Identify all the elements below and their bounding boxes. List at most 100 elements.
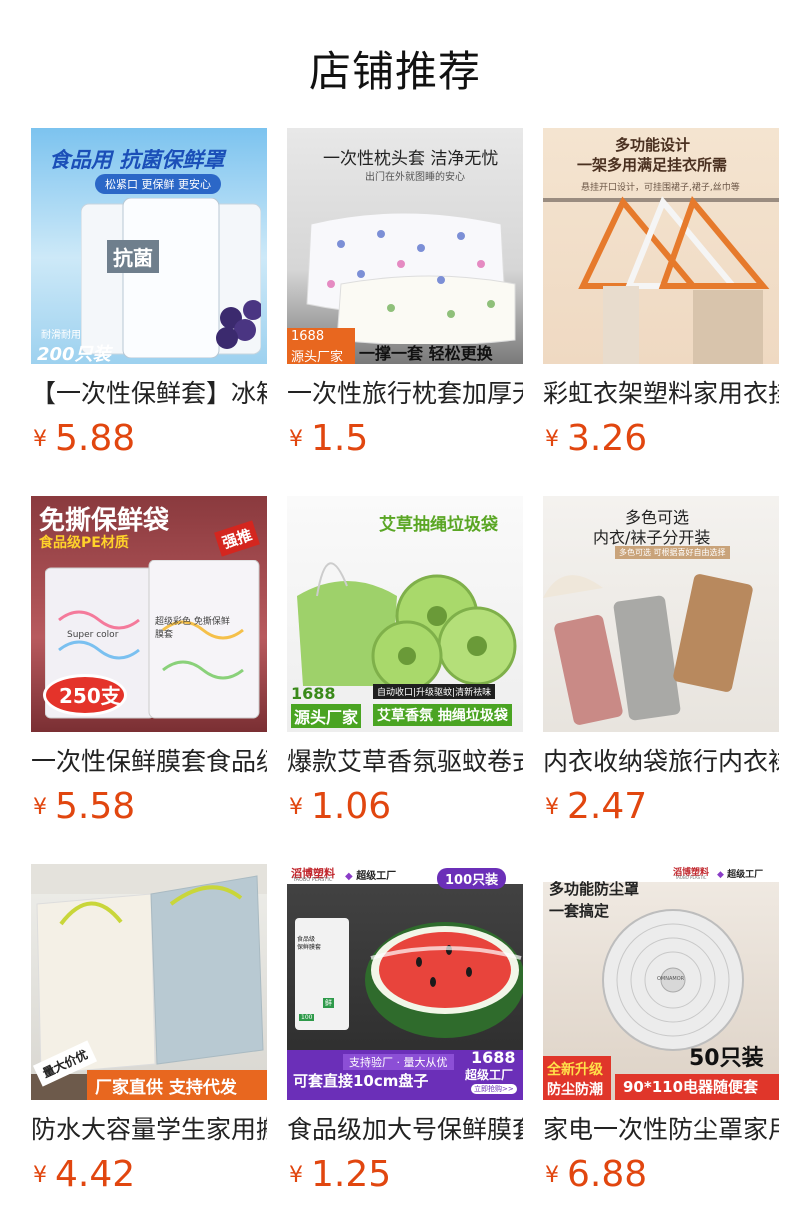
image-caption: 自动收口|升级驱蚊|清新祛味 [373,684,496,699]
image-badge-top: 耐滑耐用 [41,330,81,341]
fan-label: OMNAMOR [657,976,685,982]
product-illustration [81,198,261,358]
product-image[interactable]: 食品用 抗菌保鲜罩 松紧口 更保鲜 更安心 抗菌 耐滑耐用 200只装 [31,128,267,364]
bag-label: 超级彩色 免撕保鲜膜套 [155,617,230,640]
product-name[interactable]: 一次性保鲜膜套食品级 [31,746,267,780]
watermelon-illustration [365,922,523,1038]
pouch-illustration [543,574,753,725]
price-value: 4.42 [55,1154,136,1195]
product-price: ¥4.42 [33,1154,135,1195]
product-price: ¥5.58 [33,786,135,827]
product-price: ¥3.26 [545,418,647,459]
product-card[interactable]: 滔博塑料 TAOBO PLASTIC ◆ 超级工厂 多功能防尘罩 一套搞定 OM… [543,864,779,1232]
product-name[interactable]: 【一次性保鲜套】冰箱 [31,378,267,412]
image-tagline: 可套直接10cm盘子 [293,1072,429,1090]
badge-factory: 源头厂家 [291,350,344,364]
image-headline-2: 一架多用满足挂衣所需 [577,156,728,174]
pack-tag: 鲜 [323,998,334,1008]
buy-now-badge: 立即抢购>> [471,1084,517,1094]
product-name[interactable]: 彩虹衣架塑料家用衣挂 [543,378,779,412]
product-image[interactable]: 滔博塑料 TAOBO PLASTIC ◆ 超级工厂 100只装 食品级 保鲜膜套… [287,864,523,1100]
product-name[interactable]: 爆款艾草香氛驱蚊卷式 [287,746,523,780]
product-name[interactable]: 食品级加大号保鲜膜套 [287,1114,523,1148]
product-image[interactable]: 多色可选 内衣/袜子分开装 多色可选 可根据喜好自由选择 [543,496,779,732]
product-card[interactable]: 多色可选 内衣/袜子分开装 多色可选 可根据喜好自由选择 内衣收纳袋旅行内衣袜 … [543,496,779,864]
product-price: ¥1.25 [289,1154,391,1195]
image-headline-2: 内衣/袜子分开装 [593,528,711,547]
product-image[interactable]: 多功能设计 一架多用满足挂衣所需 悬挂开口设计，可挂围裙子,裙子,丝巾等 [543,128,779,364]
promo-text-1: 全新升级 [547,1062,603,1078]
badge-1688: 1688 [471,1048,516,1067]
product-image[interactable]: 滔博塑料 TAOBO PLASTIC ◆ 超级工厂 多功能防尘罩 一套搞定 OM… [543,864,779,1100]
product-card[interactable]: 量大价优 厂家直供 支持代发 防水大容量学生家用搬 ¥4.42 [31,864,267,1232]
product-price: ¥2.47 [545,786,647,827]
image-badge: 250支 [59,684,121,708]
image-tagline: 一撑一套 轻松更换 [359,344,493,363]
pack-qty: 100 [299,1014,315,1021]
product-name[interactable]: 家电一次性防尘罩家用 [543,1114,779,1148]
image-subtitle: 松紧口 更保鲜 更安心 [95,174,221,194]
brand-subtitle: TAOBO PLASTIC [675,875,707,880]
currency-symbol: ¥ [33,1163,47,1188]
bag-brand: Super color [67,630,119,640]
image-subtitle: 出门在外就图睡的安心 [365,172,465,183]
page-title: 店铺推荐 [308,47,481,96]
factory-label: ◆ 超级工厂 [717,867,763,880]
image-tagline: 厂家直供 支持代发 [95,1078,237,1098]
product-card[interactable]: 艾草抽绳垃圾袋 自动收口|升级驱蚊|清新祛味 1688 源头厂家 艾草香氛 抽绳… [287,496,523,864]
factory-text: 超级工厂 [356,871,397,882]
badge-factory: 超级工厂 [465,1068,514,1082]
price-value: 2.47 [567,786,648,827]
price-value: 1.25 [311,1154,392,1195]
price-value: 1.5 [311,418,369,459]
price-value: 1.06 [311,786,392,827]
image-headline: 食品用 抗菌保鲜罩 [49,148,225,172]
product-price: ¥6.88 [545,1154,647,1195]
product-card[interactable]: 食品用 抗菌保鲜罩 松紧口 更保鲜 更安心 抗菌 耐滑耐用 200只装 【一次性… [31,128,267,496]
factory-label: ◆ 超级工厂 [345,867,396,882]
currency-symbol: ¥ [289,1163,303,1188]
currency-symbol: ¥ [545,795,559,820]
image-headline-1: 多功能防尘罩 [549,880,640,898]
product-image[interactable]: 量大价优 厂家直供 支持代发 [31,864,267,1100]
price-value: 5.88 [55,418,136,459]
product-card[interactable]: 免撕保鲜袋 食品级PE材质 强推 Super color 超级彩色 免撕保鲜膜套… [31,496,267,864]
price-value: 6.88 [567,1154,648,1195]
currency-symbol: ¥ [33,427,47,452]
product-card[interactable]: 多功能设计 一架多用满足挂衣所需 悬挂开口设计，可挂围裙子,裙子,丝巾等 彩虹衣… [543,128,779,496]
currency-symbol: ¥ [545,427,559,452]
product-price: ¥1.5 [289,418,368,459]
product-card[interactable]: 滔博塑料 TAOBO PLASTIC ◆ 超级工厂 100只装 食品级 保鲜膜套… [287,864,523,1232]
pillow-illustration [306,212,516,344]
brand-subtitle: TAOBO PLASTIC [293,877,333,883]
diamond-icon: ◆ [717,870,724,880]
product-image[interactable]: 艾草抽绳垃圾袋 自动收口|升级驱蚊|清新祛味 1688 源头厂家 艾草香氛 抽绳… [287,496,523,732]
factory-text: 超级工厂 [727,870,764,880]
pack-label-2: 保鲜膜套 [297,944,322,951]
product-grid: 食品用 抗菌保鲜罩 松紧口 更保鲜 更安心 抗菌 耐滑耐用 200只装 【一次性… [31,128,780,1232]
image-subtitle: 食品级PE材质 [39,535,129,551]
product-name[interactable]: 内衣收纳袋旅行内衣袜 [543,746,779,780]
count-badge: 50只装 [689,1046,764,1071]
promo-ribbon: 支持验厂 · 量大从优 [343,1054,454,1070]
badge-1688: 1688 [291,329,325,344]
badge-factory: 源头厂家 [291,704,362,728]
price-value: 5.58 [55,786,136,827]
product-image[interactable]: 一次性枕头套 洁净无忧 出门在外就图睡的安心 1688 源头厂家 一撑一套 轻松… [287,128,523,364]
image-badge: 200只装 [37,344,111,364]
image-stamp: 强推 [214,520,260,557]
product-card[interactable]: 一次性枕头套 洁净无忧 出门在外就图睡的安心 1688 源头厂家 一撑一套 轻松… [287,128,523,496]
image-tagline: 90*110电器随便套 [623,1078,759,1096]
currency-symbol: ¥ [289,427,303,452]
garbage-bag-illustration [297,562,517,686]
product-name[interactable]: 一次性旅行枕套加厚无 [287,378,523,412]
diamond-icon: ◆ [345,871,353,882]
count-badge: 100只装 [437,868,507,889]
image-headline: 一次性枕头套 洁净无忧 [323,149,499,169]
product-name[interactable]: 防水大容量学生家用搬 [31,1114,267,1148]
product-price: ¥5.88 [33,418,135,459]
price-value: 3.26 [567,418,648,459]
image-headline-1: 多功能设计 [615,136,691,154]
product-image[interactable]: 免撕保鲜袋 食品级PE材质 强推 Super color 超级彩色 免撕保鲜膜套… [31,496,267,732]
product-price: ¥1.06 [289,786,391,827]
